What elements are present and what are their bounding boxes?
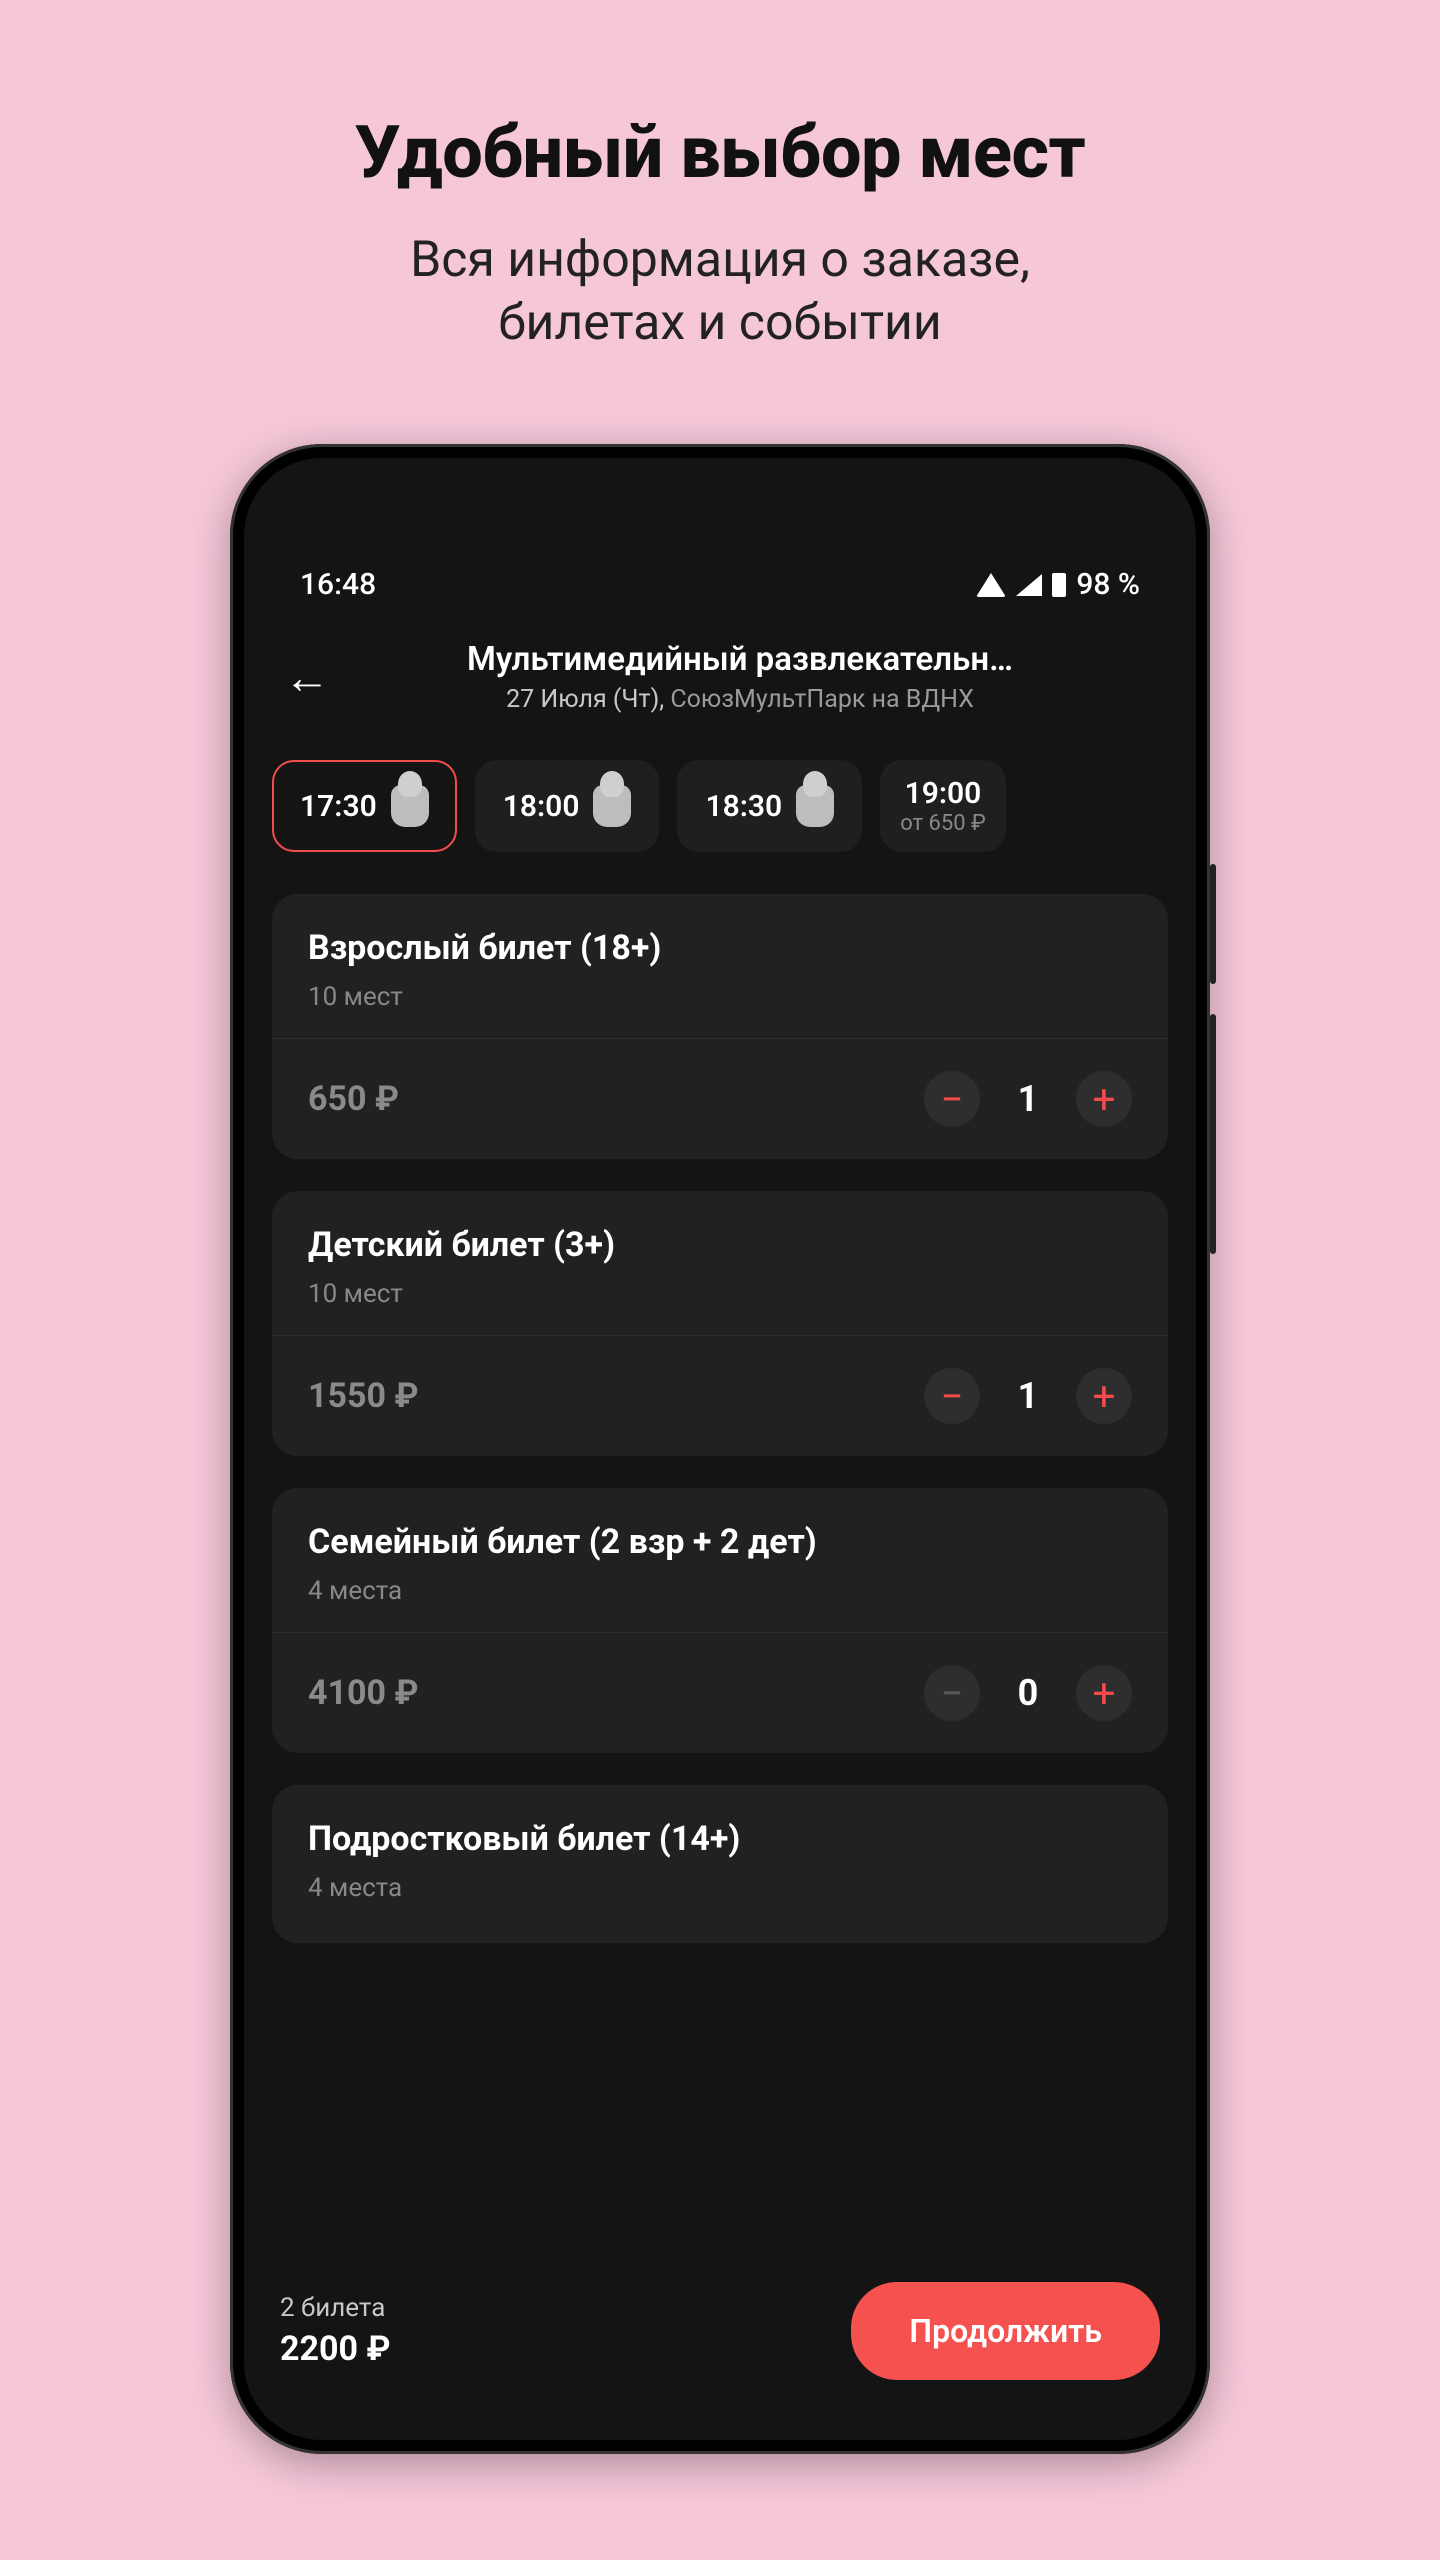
- checkout-bar: 2 билета 2200 ₽ Продолжить: [244, 2258, 1196, 2440]
- time-label: 18:00: [503, 789, 580, 824]
- event-title: Мультимедийный развлекательн…: [358, 640, 1122, 679]
- ticket-title: Подростковый билет (14+): [308, 1819, 1132, 1859]
- continue-button[interactable]: Продолжить: [851, 2282, 1160, 2380]
- pushkin-icon: [391, 785, 429, 827]
- time-label: 18:30: [705, 789, 782, 824]
- time-selector[interactable]: 17:30 18:00 18:30 19:00 от 650 ₽: [244, 738, 1196, 894]
- screen: 16:48 98 % ← Мультимедийный развлекатель…: [244, 458, 1196, 2440]
- pushkin-icon: [593, 785, 631, 827]
- cart-count: 2 билета: [280, 2293, 390, 2323]
- time-label: 19:00: [905, 776, 982, 811]
- battery-icon: [1052, 573, 1066, 597]
- time-label: 17:30: [300, 789, 377, 824]
- quantity-value: 1: [1010, 1375, 1046, 1417]
- decrement-button[interactable]: −: [924, 1071, 980, 1127]
- decrement-button[interactable]: −: [924, 1665, 980, 1721]
- ticket-card-child: Детский билет (3+) 10 мест 1550 ₽ − 1 +: [272, 1191, 1168, 1456]
- status-time: 16:48: [300, 567, 376, 602]
- ticket-title: Семейный билет (2 взр + 2 дет): [308, 1522, 1132, 1562]
- phone-frame: 16:48 98 % ← Мультимедийный развлекатель…: [230, 444, 1210, 2454]
- volume-rocker: [1210, 1014, 1216, 1254]
- quantity-stepper: − 1 +: [924, 1368, 1132, 1424]
- pushkin-icon: [796, 785, 834, 827]
- ticket-title: Детский билет (3+): [308, 1225, 1132, 1265]
- time-option-1800[interactable]: 18:00: [475, 760, 660, 852]
- event-venue: СоюзМультПарк на ВДНХ: [670, 685, 973, 714]
- time-option-1730[interactable]: 17:30: [272, 760, 457, 852]
- increment-button[interactable]: +: [1076, 1665, 1132, 1721]
- quantity-stepper: − 0 +: [924, 1665, 1132, 1721]
- ticket-seats: 4 места: [308, 1873, 1132, 1903]
- decrement-button[interactable]: −: [924, 1368, 980, 1424]
- marketing-sub-line1: Вся информация о заказе,: [410, 231, 1030, 289]
- increment-button[interactable]: +: [1076, 1368, 1132, 1424]
- time-price-hint: от 650 ₽: [900, 811, 986, 836]
- ticket-card-family: Семейный билет (2 взр + 2 дет) 4 места 4…: [272, 1488, 1168, 1753]
- event-date: 27 Июля (Чт),: [506, 685, 664, 714]
- quantity-value: 0: [1010, 1672, 1046, 1714]
- wifi-icon: [976, 573, 1006, 597]
- battery-percent: 98 %: [1076, 567, 1140, 602]
- ticket-card-teen: Подростковый билет (14+) 4 места: [272, 1785, 1168, 1943]
- ticket-price: 650 ₽: [308, 1079, 399, 1119]
- status-bar: 16:48 98 %: [244, 458, 1196, 618]
- page-header: ← Мультимедийный развлекательн… 27 Июля …: [244, 618, 1196, 738]
- time-option-1830[interactable]: 18:30: [677, 760, 862, 852]
- ticket-seats: 10 мест: [308, 982, 1132, 1012]
- ticket-seats: 4 места: [308, 1576, 1132, 1606]
- cart-total: 2200 ₽: [280, 2329, 390, 2369]
- quantity-stepper: − 1 +: [924, 1071, 1132, 1127]
- ticket-price: 4100 ₽: [308, 1673, 418, 1713]
- marketing-subtitle: Вся информация о заказе, билетах и событ…: [410, 229, 1030, 354]
- time-option-1900[interactable]: 19:00 от 650 ₽: [880, 760, 1006, 852]
- quantity-value: 1: [1010, 1078, 1046, 1120]
- marketing-sub-line2: билетах и событии: [498, 294, 942, 352]
- back-button[interactable]: ←: [276, 650, 338, 705]
- ticket-card-adult: Взрослый билет (18+) 10 мест 650 ₽ − 1 +: [272, 894, 1168, 1159]
- ticket-title: Взрослый билет (18+): [308, 928, 1132, 968]
- signal-icon: [1016, 574, 1042, 596]
- increment-button[interactable]: +: [1076, 1071, 1132, 1127]
- event-subtitle: 27 Июля (Чт), СоюзМультПарк на ВДНХ: [358, 685, 1122, 714]
- ticket-list[interactable]: Взрослый билет (18+) 10 мест 650 ₽ − 1 +…: [244, 894, 1196, 2440]
- ticket-price: 1550 ₽: [308, 1376, 418, 1416]
- marketing-heading: Удобный выбор мест: [355, 110, 1086, 195]
- side-button: [1210, 864, 1216, 984]
- ticket-seats: 10 мест: [308, 1279, 1132, 1309]
